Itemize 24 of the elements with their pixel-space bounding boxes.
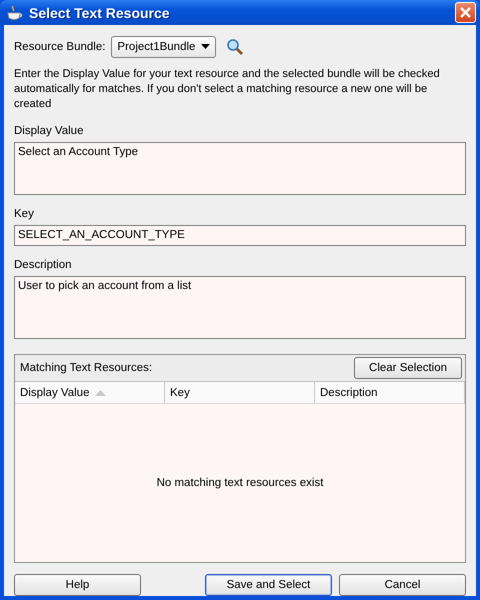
- coffee-cup-icon: [6, 4, 24, 20]
- close-icon: [460, 7, 471, 18]
- text-area[interactable]: User to pick an account from a list: [14, 276, 466, 339]
- column-header[interactable]: Key: [165, 382, 315, 403]
- column-header[interactable]: Description: [315, 382, 465, 403]
- caret-icon: [201, 44, 210, 50]
- close-button[interactable]: [455, 2, 476, 23]
- bundle-label: Resource Bundle:: [14, 41, 106, 53]
- bundle-dropdown[interactable]: Project1Bundle: [111, 36, 216, 58]
- field-label: Display Value: [14, 125, 84, 137]
- field-label: Key: [14, 208, 35, 220]
- empty-message: No matching text resources exist: [156, 477, 324, 489]
- dialog-button[interactable]: Help: [14, 574, 141, 596]
- search-icon[interactable]: [226, 38, 244, 56]
- clear-selection-button[interactable]: Clear Selection: [354, 357, 462, 379]
- matches-label: Matching Text Resources:: [20, 362, 152, 374]
- dialog-button[interactable]: Save and Select: [205, 574, 332, 596]
- instructions-text: Enter the Display Value for your text resource and the selected bundle will be checked automatically for matches. If you don't select a matching resource a new one will be created: [14, 67, 441, 112]
- dialog-button[interactable]: Cancel: [339, 574, 466, 596]
- text-area[interactable]: Select an Account Type: [14, 142, 466, 195]
- field-label: Description: [14, 259, 73, 271]
- window-title: Select Text Resource: [29, 4, 171, 20]
- column-header[interactable]: Display Value: [15, 382, 165, 403]
- input-field[interactable]: SELECT_AN_ACCOUNT_TYPE: [14, 225, 466, 246]
